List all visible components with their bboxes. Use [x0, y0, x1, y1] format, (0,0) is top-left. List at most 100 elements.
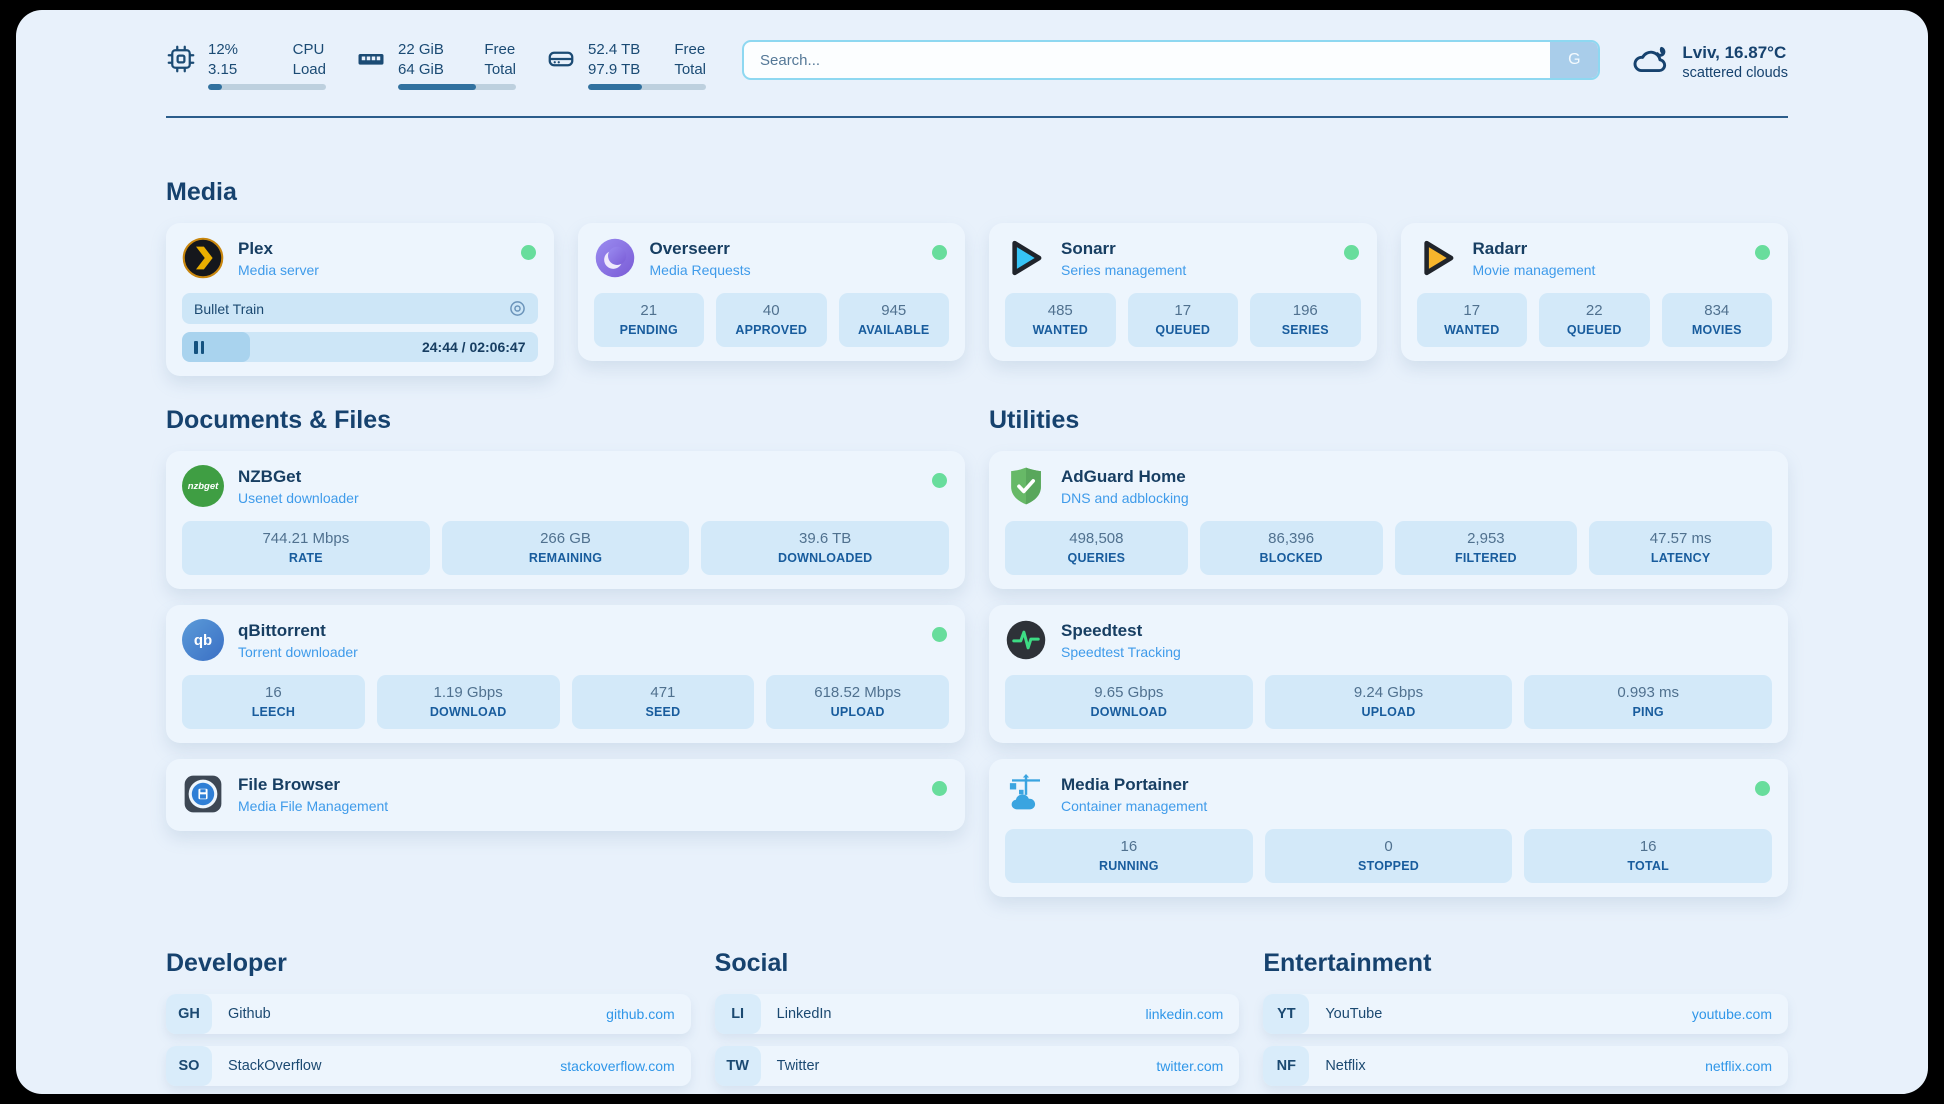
search-input[interactable] [744, 42, 1550, 78]
section-title-entertainment: Entertainment [1263, 949, 1788, 978]
stat-box: 0.993 ms PING [1524, 675, 1772, 729]
service-subtitle: Speedtest Tracking [1061, 644, 1181, 660]
service-subtitle: Media File Management [238, 798, 388, 814]
service-card-plex[interactable]: Plex Media server Bullet Train [166, 223, 554, 376]
disk-total-value: 97.9 TB [588, 60, 646, 80]
link-name: YouTube [1325, 1006, 1382, 1022]
nzbget-icon: nzbget [182, 465, 224, 507]
cpu-load-label: Load [293, 60, 326, 80]
service-card-nzbget[interactable]: nzbget NZBGet Usenet downloader 744.21 M… [166, 451, 965, 589]
cpu-widget: 12% 3.15 CPU Load [166, 40, 326, 90]
link-name: LinkedIn [777, 1006, 832, 1022]
service-subtitle: Container management [1061, 798, 1207, 814]
section-title-social: Social [715, 949, 1240, 978]
link-row-netflix[interactable]: NF Netflix netflix.com [1263, 1046, 1788, 1086]
cpu-load-value: 3.15 [208, 60, 266, 80]
status-dot [932, 781, 947, 796]
link-url[interactable]: linkedin.com [1146, 1006, 1224, 1022]
weather-location-temp: Lviv, 16.87°C [1682, 43, 1788, 63]
cpu-progress-track [208, 84, 326, 90]
link-name: StackOverflow [228, 1058, 321, 1074]
link-url[interactable]: stackoverflow.com [560, 1058, 674, 1074]
portainer-icon [1005, 773, 1047, 815]
pause-icon[interactable] [194, 341, 204, 354]
link-badge: NF [1263, 1046, 1309, 1086]
link-group-developer: Developer GH Github github.com SO StackO… [166, 949, 691, 1094]
session-icon[interactable] [509, 300, 526, 317]
cloud-icon [1630, 42, 1670, 81]
header-bar: 12% 3.15 CPU Load [166, 40, 1788, 90]
section-title-utilities: Utilities [989, 406, 1788, 435]
service-subtitle: Media server [238, 262, 319, 278]
link-badge: LI [715, 994, 761, 1034]
stat-box: 744.21 Mbps RATE [182, 521, 430, 575]
ram-free-value: 22 GiB [398, 40, 456, 60]
disk-progress-track [588, 84, 706, 90]
adguard-icon [1005, 465, 1047, 507]
status-dot [1344, 245, 1359, 260]
service-name: Plex [238, 239, 319, 259]
system-stats: 12% 3.15 CPU Load [166, 40, 706, 90]
link-group-social: Social LI LinkedIn linkedin.com TW Twitt… [715, 949, 1240, 1086]
link-badge: GH [166, 994, 212, 1034]
status-dot [1755, 245, 1770, 260]
link-row-twitter[interactable]: TW Twitter twitter.com [715, 1046, 1240, 1086]
section-title-documents: Documents & Files [166, 406, 965, 435]
speedtest-icon [1005, 619, 1047, 661]
disk-progress-fill [588, 84, 642, 90]
ram-progress-fill [398, 84, 476, 90]
section-title-developer: Developer [166, 949, 691, 978]
status-dot [932, 473, 947, 488]
disk-icon [546, 44, 576, 79]
service-name: Media Portainer [1061, 775, 1207, 795]
overseerr-icon [594, 237, 636, 279]
link-badge: SO [166, 1046, 212, 1086]
link-row-stackoverflow[interactable]: SO StackOverflow stackoverflow.com [166, 1046, 691, 1086]
link-url[interactable]: netflix.com [1705, 1058, 1772, 1074]
service-name: Sonarr [1061, 239, 1186, 259]
service-card-adguard[interactable]: AdGuard Home DNS and adblocking 498,508 … [989, 451, 1788, 589]
stat-box: 485 WANTED [1005, 293, 1116, 347]
link-group-entertainment: Entertainment YT YouTube youtube.com NF … [1263, 949, 1788, 1094]
radarr-icon [1417, 237, 1459, 279]
service-card-speedtest[interactable]: Speedtest Speedtest Tracking 9.65 Gbps D… [989, 605, 1788, 743]
stat-box: 21 PENDING [594, 293, 705, 347]
disk-free-value: 52.4 TB [588, 40, 646, 60]
service-card-radarr[interactable]: Radarr Movie management 17 WANTED 22 QUE… [1401, 223, 1789, 361]
service-card-qbittorrent[interactable]: qb qBittorrent Torrent downloader 16 LEE… [166, 605, 965, 743]
stat-box: 834 MOVIES [1662, 293, 1773, 347]
service-subtitle: Movie management [1473, 262, 1596, 278]
service-name: qBittorrent [238, 621, 358, 641]
search-engine-button[interactable]: G [1550, 42, 1598, 78]
stat-box: 39.6 TB DOWNLOADED [701, 521, 949, 575]
link-row-youtube[interactable]: YT YouTube youtube.com [1263, 994, 1788, 1034]
stat-box: 16 LEECH [182, 675, 365, 729]
cpu-label: CPU [293, 40, 326, 60]
disk-total-label: Total [674, 60, 706, 80]
link-url[interactable]: youtube.com [1692, 1006, 1772, 1022]
service-card-filebrowser[interactable]: File Browser Media File Management [166, 759, 965, 831]
stat-box: 22 QUEUED [1539, 293, 1650, 347]
status-dot [1755, 781, 1770, 796]
service-card-sonarr[interactable]: Sonarr Series management 485 WANTED 17 Q… [989, 223, 1377, 361]
service-name: NZBGet [238, 467, 359, 487]
service-card-overseerr[interactable]: Overseerr Media Requests 21 PENDING 40 A… [578, 223, 966, 361]
service-name: Radarr [1473, 239, 1596, 259]
disk-free-label: Free [674, 40, 706, 60]
playback-progress: 24:44 / 02:06:47 [182, 332, 538, 362]
service-name: File Browser [238, 775, 388, 795]
now-playing-title: Bullet Train [194, 301, 264, 317]
service-subtitle: Torrent downloader [238, 644, 358, 660]
link-row-github[interactable]: GH Github github.com [166, 994, 691, 1034]
ram-total-value: 64 GiB [398, 60, 456, 80]
section-title-media: Media [166, 178, 1788, 207]
link-name: Netflix [1325, 1058, 1365, 1074]
stat-box: 2,953 FILTERED [1395, 521, 1578, 575]
status-dot [932, 627, 947, 642]
link-url[interactable]: twitter.com [1156, 1058, 1223, 1074]
service-name: Overseerr [650, 239, 751, 259]
search-bar: G [742, 40, 1600, 80]
link-url[interactable]: github.com [606, 1006, 674, 1022]
link-row-linkedin[interactable]: LI LinkedIn linkedin.com [715, 994, 1240, 1034]
service-card-portainer[interactable]: Media Portainer Container management 16 … [989, 759, 1788, 897]
